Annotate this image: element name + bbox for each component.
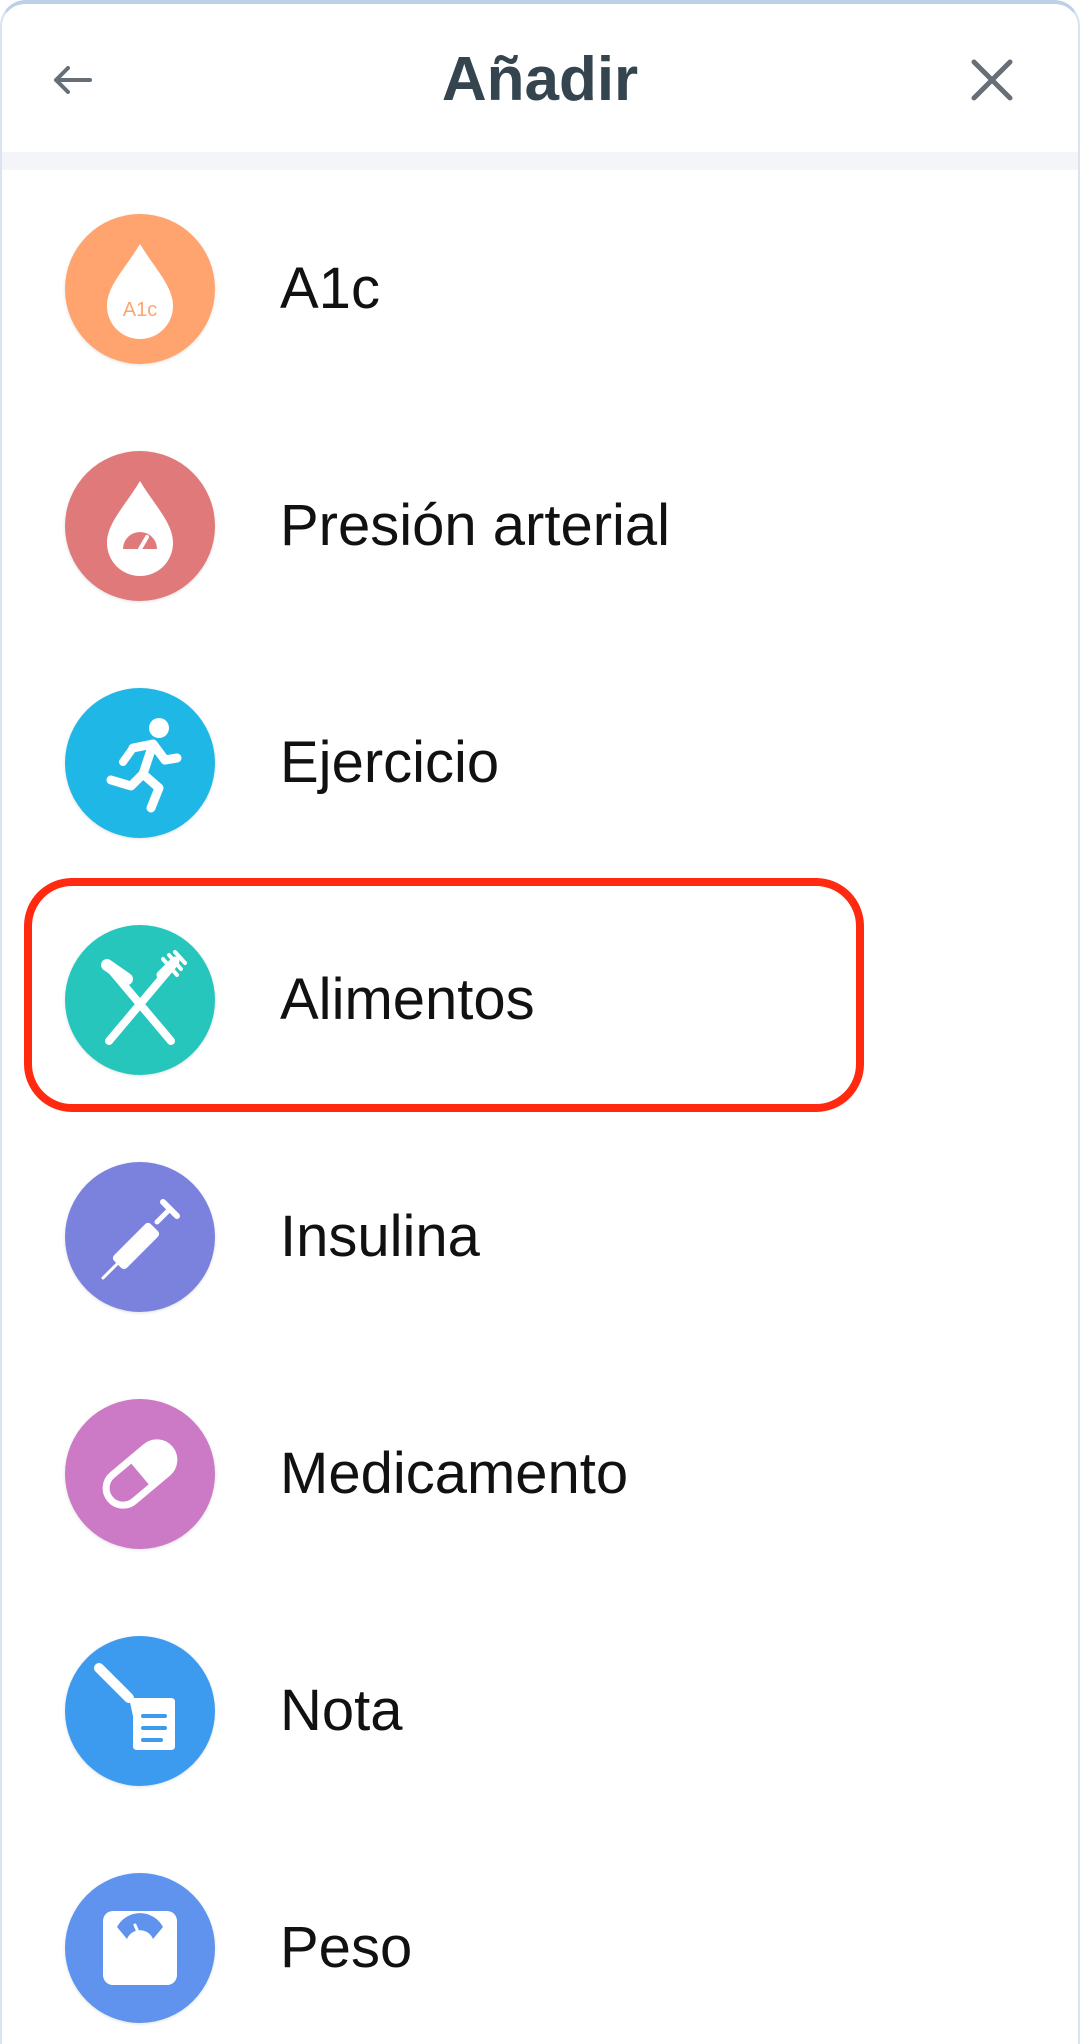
scale-icon [103, 1911, 177, 1985]
list-item-label: Ejercicio [280, 730, 500, 795]
list-item-label: Nota [280, 1678, 403, 1743]
a1c-icon-text: A1c [123, 299, 157, 321]
pill-icon [102, 1439, 178, 1509]
exercise-icon-badge [65, 688, 215, 838]
list-item-blood-pressure[interactable]: Presión arterial [2, 407, 1078, 644]
medication-icon-badge [65, 1399, 215, 1549]
list-item-exercise[interactable]: Ejercicio [2, 644, 1078, 881]
fork-knife-icon [101, 950, 187, 1045]
close-icon [971, 59, 1013, 101]
list-item-food[interactable]: Alimentos [2, 881, 1078, 1118]
list-item-label: Insulina [280, 1204, 480, 1269]
list-item-note[interactable]: Nota [2, 1592, 1078, 1829]
blood-pressure-icon [107, 481, 173, 576]
insulin-icon-badge [65, 1162, 215, 1312]
header-bar: Añadir [2, 4, 1078, 152]
food-icon-badge [65, 925, 215, 1075]
list-item-label: Medicamento [280, 1441, 629, 1506]
list-item-label: Presión arterial [280, 493, 671, 558]
list-item-insulin[interactable]: Insulina [2, 1118, 1078, 1355]
list-item-a1c[interactable]: A1c A1c [2, 170, 1078, 407]
running-person-icon [106, 718, 182, 813]
blood-pressure-icon-badge [65, 451, 215, 601]
a1c-drop-icon: A1c [107, 244, 173, 339]
list-item-weight[interactable]: Peso [2, 1829, 1078, 2044]
list-item-label: A1c [280, 256, 380, 321]
syringe-icon [101, 1199, 180, 1280]
note-icon-badge [65, 1636, 215, 1786]
close-button[interactable] [952, 40, 1032, 120]
page-title: Añadir [441, 45, 639, 114]
weight-icon-badge [65, 1873, 215, 2023]
header-divider [2, 152, 1078, 170]
add-entry-sheet: Añadir A1c A1c Presión arterial Ejercici… [0, 0, 1080, 2044]
list-item-label: Peso [280, 1915, 413, 1980]
note-icon [94, 1663, 175, 1750]
list-item-label: Alimentos [280, 967, 535, 1032]
a1c-icon-badge: A1c [65, 214, 215, 364]
list-item-medication[interactable]: Medicamento [2, 1355, 1078, 1592]
